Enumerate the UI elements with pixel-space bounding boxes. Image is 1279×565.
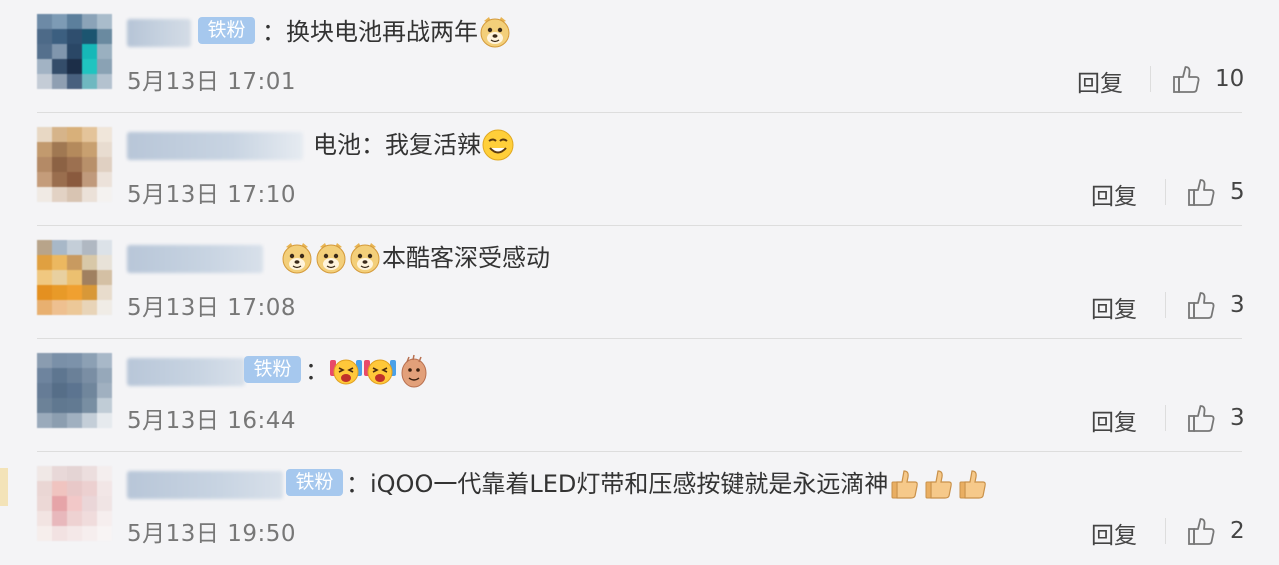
- comment-item: 铁粉 ：iQOO一代靠着LED灯带和压感按键就是永远滴神 5月13日 19:50…: [0, 452, 1279, 565]
- like-button[interactable]: 3: [1186, 403, 1245, 433]
- avatar[interactable]: [37, 466, 112, 541]
- thumbs-up-icon: [1186, 177, 1216, 207]
- like-count: 3: [1230, 292, 1245, 318]
- avatar[interactable]: [37, 14, 112, 89]
- fan-badge: 铁粉: [198, 17, 255, 44]
- avatar[interactable]: [37, 240, 112, 315]
- comment-timestamp: 5月13日 19:50: [127, 521, 296, 547]
- action-separator: [1165, 405, 1166, 431]
- fan-badge: 铁粉: [244, 356, 301, 383]
- like-button[interactable]: 5: [1186, 177, 1245, 207]
- comment-item: 电池：我复活辣 5月13日 17:10 回复 5: [0, 113, 1279, 226]
- doge-emoji: [348, 241, 382, 275]
- smirk-emoji: [481, 128, 515, 162]
- comment-timestamp: 5月13日 17:10: [127, 182, 296, 208]
- comment-item: 本酷客深受感动 5月13日 17:08 回复 3: [0, 226, 1279, 339]
- fan-badge: 铁粉: [286, 469, 343, 496]
- username-blurred[interactable]: [127, 245, 263, 273]
- reply-button[interactable]: 回复: [1091, 290, 1137, 324]
- comment-timestamp: 5月13日 17:08: [127, 295, 296, 321]
- comment-text: ：iQOO一代靠着LED灯带和压感按键就是永远滴神: [346, 466, 990, 502]
- username-blurred[interactable]: [127, 132, 303, 160]
- thumbs-up-emoji: [922, 467, 956, 501]
- reply-button[interactable]: 回复: [1091, 177, 1137, 211]
- thumbs-up-emoji: [956, 467, 990, 501]
- cheer-emoji: [363, 354, 397, 388]
- reply-button[interactable]: 回复: [1077, 64, 1123, 98]
- comment-text: ：: [305, 353, 431, 389]
- cheer-emoji: [329, 354, 363, 388]
- comment-text: ：换块电池再战两年: [262, 14, 512, 50]
- comment-body: 本酷客深受感动: [382, 244, 550, 272]
- action-separator: [1165, 179, 1166, 205]
- doge-emoji: [280, 241, 314, 275]
- like-count: 2: [1230, 518, 1245, 544]
- action-separator: [1165, 292, 1166, 318]
- comment-text: 本酷客深受感动: [280, 240, 550, 276]
- comment-body: ：: [305, 357, 329, 385]
- username-blurred[interactable]: [127, 19, 191, 47]
- like-count: 10: [1215, 66, 1245, 92]
- comment-timestamp: 5月13日 17:01: [127, 69, 296, 95]
- reply-button[interactable]: 回复: [1091, 403, 1137, 437]
- doge-emoji: [314, 241, 348, 275]
- action-separator: [1150, 66, 1151, 92]
- like-count: 5: [1230, 179, 1245, 205]
- username-blurred[interactable]: [127, 358, 245, 386]
- like-button[interactable]: 10: [1171, 64, 1244, 94]
- comment-item: 铁粉 ： 5月13日 16:44 回复 3: [0, 339, 1279, 452]
- comment-body: 电池：我复活辣: [313, 131, 481, 159]
- thumbs-up-icon: [1171, 64, 1201, 94]
- action-separator: [1165, 518, 1166, 544]
- comment-body: ：换块电池再战两年: [262, 18, 478, 46]
- thumbs-up-icon: [1186, 290, 1216, 320]
- like-button[interactable]: 3: [1186, 290, 1245, 320]
- like-count: 3: [1230, 405, 1245, 431]
- avatar[interactable]: [37, 127, 112, 202]
- doge-emoji: [478, 15, 512, 49]
- comment-item: 铁粉 ：换块电池再战两年 5月13日 17:01 回复 10: [0, 0, 1279, 113]
- like-button[interactable]: 2: [1186, 516, 1245, 546]
- thumbs-up-icon: [1186, 403, 1216, 433]
- thumbs-up-emoji: [888, 467, 922, 501]
- username-blurred[interactable]: [127, 471, 283, 499]
- reply-button[interactable]: 回复: [1091, 516, 1137, 550]
- thumbs-up-icon: [1186, 516, 1216, 546]
- comment-text: 电池：我复活辣: [313, 127, 515, 163]
- comment-timestamp: 5月13日 16:44: [127, 408, 296, 434]
- avatar[interactable]: [37, 353, 112, 428]
- clap-emoji: [397, 354, 431, 388]
- comment-body: ：iQOO一代靠着LED灯带和压感按键就是永远滴神: [346, 470, 889, 498]
